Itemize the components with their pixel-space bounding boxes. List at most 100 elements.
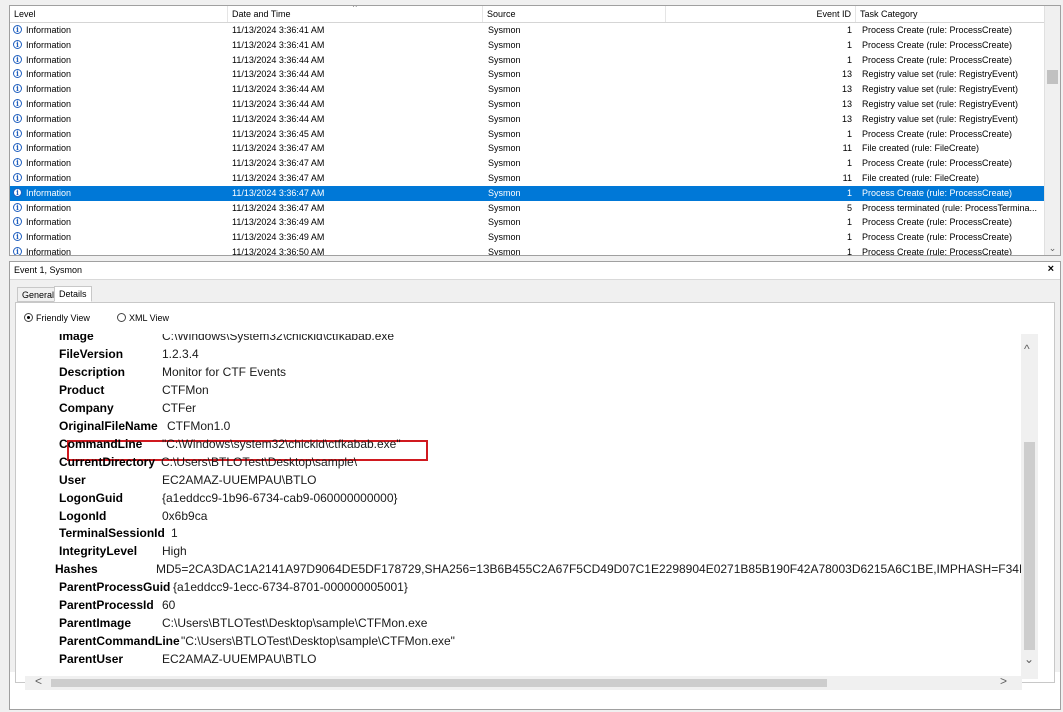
details-vertical-scrollbar[interactable]: ^ ⌄ [1021,334,1038,679]
event-list[interactable]: Level Date and Time ^ Source Event ID Ta… [9,5,1061,256]
detail-value: C:\Users\BTLOTest\Desktop\sample\ [161,454,358,469]
row-level: Information [26,202,72,213]
row-task-category: Process Create (rule: ProcessCreate) [862,246,1013,256]
detail-key: Product [59,382,105,397]
detail-key: Description [59,364,126,379]
information-icon: i [13,128,22,138]
event-details-pane: Event 1, Sysmon × General Details Friend… [9,261,1061,710]
information-icon: i [13,217,22,227]
tab-general[interactable]: General [17,287,60,302]
row-date-time: 11/13/2024 3:36:41 AM [232,25,325,35]
row-source: Sysmon [488,54,521,65]
friendly-view-label: Friendly View [36,313,90,323]
details-horizontal-scroll-thumb[interactable] [51,679,827,687]
event-list-scrollbar[interactable]: ⌄ [1044,6,1060,255]
table-row[interactable]: i Information 11/13/2024 3:36:49 AM Sysmon 1… [10,230,1046,245]
row-source: Sysmon [488,202,521,213]
detail-key: ParentImage [59,616,132,631]
row-task-category: Process Create (rule: ProcessCreate) [862,39,1013,50]
event-list-header: Level Date and Time ^ Source Event ID Ta… [10,6,1046,23]
detail-value: Monitor for CTF Events [162,364,287,379]
detail-key: ParentProcessId [59,598,154,613]
detail-value: 60 [162,598,176,613]
row-task-category: File created (rule: FileCreate) [862,172,980,183]
table-row[interactable]: i Information 11/13/2024 3:36:44 AM Sysmon 1… [10,97,1046,112]
row-date-time: 11/13/2024 3:36:50 AM [232,246,325,256]
row-task-category: Registry value set (rule: RegistryEvent) [862,113,1019,124]
table-row[interactable]: i Information 11/13/2024 3:36:47 AM Sysmon 1… [10,141,1046,156]
row-level: Information [26,98,72,109]
row-event-id: 13 [841,84,852,95]
row-date-time: 11/13/2024 3:36:49 AM [232,232,325,243]
row-task-category: Process Create (rule: ProcessCreate) [862,128,1013,139]
row-task-category: Registry value set (rule: RegistryEvent) [862,84,1019,95]
table-row[interactable]: i Information 11/13/2024 3:36:44 AM Sysmon 1… [10,82,1046,97]
detail-value: EC2AMAZ-UUEMPAU\BTLO [162,472,317,487]
detail-value: High [162,544,187,559]
tab-details[interactable]: Details [54,286,92,302]
table-row[interactable]: i Information 11/13/2024 3:36:41 AM Sysmon 1… [10,23,1046,38]
details-vertical-scroll-thumb[interactable] [1024,442,1035,650]
detail-key: FileVersion [59,346,124,361]
row-level: Information [26,143,72,154]
information-icon: i [13,69,22,79]
scroll-down-icon[interactable]: ⌄ [1045,241,1060,255]
row-date-time: 11/13/2024 3:36:45 AM [232,128,325,139]
scroll-left-icon[interactable]: < [35,674,42,688]
column-header-level[interactable]: Level [10,6,228,22]
column-header-task-category[interactable]: Task Category [856,6,1046,22]
scroll-up-icon[interactable]: ^ [1024,342,1030,356]
row-source: Sysmon [488,172,521,183]
row-task-category: Process Create (rule: ProcessCreate) [862,232,1013,243]
close-icon[interactable]: × [1048,263,1054,275]
row-event-id: 13 [841,69,852,80]
scroll-up-icon[interactable] [1045,6,1060,20]
detail-key: TerminalSessionId [59,526,165,541]
table-row[interactable]: i Information 11/13/2024 3:36:41 AM Sysmon 1… [10,38,1046,53]
row-source: Sysmon [488,128,521,139]
xml-view-radio[interactable]: XML View [117,313,169,323]
row-source: Sysmon [488,246,521,256]
row-task-category: Process Create (rule: ProcessCreate) [862,217,1013,228]
row-task-category: Registry value set (rule: RegistryEvent) [862,98,1019,109]
detail-key: CommandLine [59,436,143,451]
detail-value: C:\Users\BTLOTest\Desktop\sample\CTFMon.… [162,616,428,631]
table-row[interactable]: i Information 11/13/2024 3:36:50 AM Sysmon 1… [10,245,1046,256]
row-date-time: 11/13/2024 3:36:44 AM [232,69,325,80]
row-level: Information [26,217,72,228]
table-row[interactable]: i Information 11/13/2024 3:36:45 AM Sysmon 1… [10,127,1046,142]
row-date-time: 11/13/2024 3:36:41 AM [232,39,325,50]
scroll-right-icon[interactable]: > [1000,674,1007,688]
row-level: Information [26,69,72,80]
information-icon: i [13,158,22,168]
event-list-scroll-thumb[interactable] [1047,70,1058,84]
detail-value: "C:\Windows\system32\chickid\ctfkabab.ex… [162,436,401,451]
column-header-event-id[interactable]: Event ID [666,6,856,22]
row-date-time: 11/13/2024 3:36:44 AM [232,54,325,65]
row-task-category: Registry value set (rule: RegistryEvent) [862,69,1019,80]
detail-value: EC2AMAZ-UUEMPAU\BTLO [162,652,317,667]
row-event-id: 1 [846,128,852,139]
table-row[interactable]: i Information 11/13/2024 3:36:44 AM Sysmon 1… [10,67,1046,82]
friendly-view-radio[interactable]: Friendly View [24,313,90,323]
table-row[interactable]: i Information 11/13/2024 3:36:47 AM Sysmon 5… [10,201,1046,216]
row-event-id: 1 [846,217,852,228]
detail-value: 1 [171,526,178,541]
table-row[interactable]: i Information 11/13/2024 3:36:44 AM Sysmon 1… [10,53,1046,68]
table-row[interactable]: i Information 11/13/2024 3:36:44 AM Sysmon 1… [10,112,1046,127]
row-level: Information [26,25,72,35]
table-row[interactable]: i Information 11/13/2024 3:36:47 AM Sysmon 1… [10,156,1046,171]
event-data-view[interactable]: Image C:\Windows\System32\chickid\ctfkaba… [25,334,1022,679]
detail-value: C:\Windows\System32\chickid\ctfkabab.exe [162,334,395,343]
row-source: Sysmon [488,39,521,50]
table-row[interactable]: i Information 11/13/2024 3:36:47 AM Sysmon 1… [10,171,1046,186]
column-header-source[interactable]: Source [483,6,666,22]
row-event-id: 1 [846,39,852,50]
details-horizontal-scrollbar[interactable]: < > [25,674,1022,690]
row-date-time: 11/13/2024 3:36:47 AM [232,187,325,198]
scroll-down-icon[interactable]: ⌄ [1024,652,1034,666]
detail-key: CurrentDirectory [59,454,156,469]
table-row[interactable]: i Information 11/13/2024 3:36:49 AM Sysmon 1… [10,215,1046,230]
window-left-edge [0,0,9,712]
table-row[interactable]: i Information 11/13/2024 3:36:47 AM Sysmon 1… [10,185,1046,201]
